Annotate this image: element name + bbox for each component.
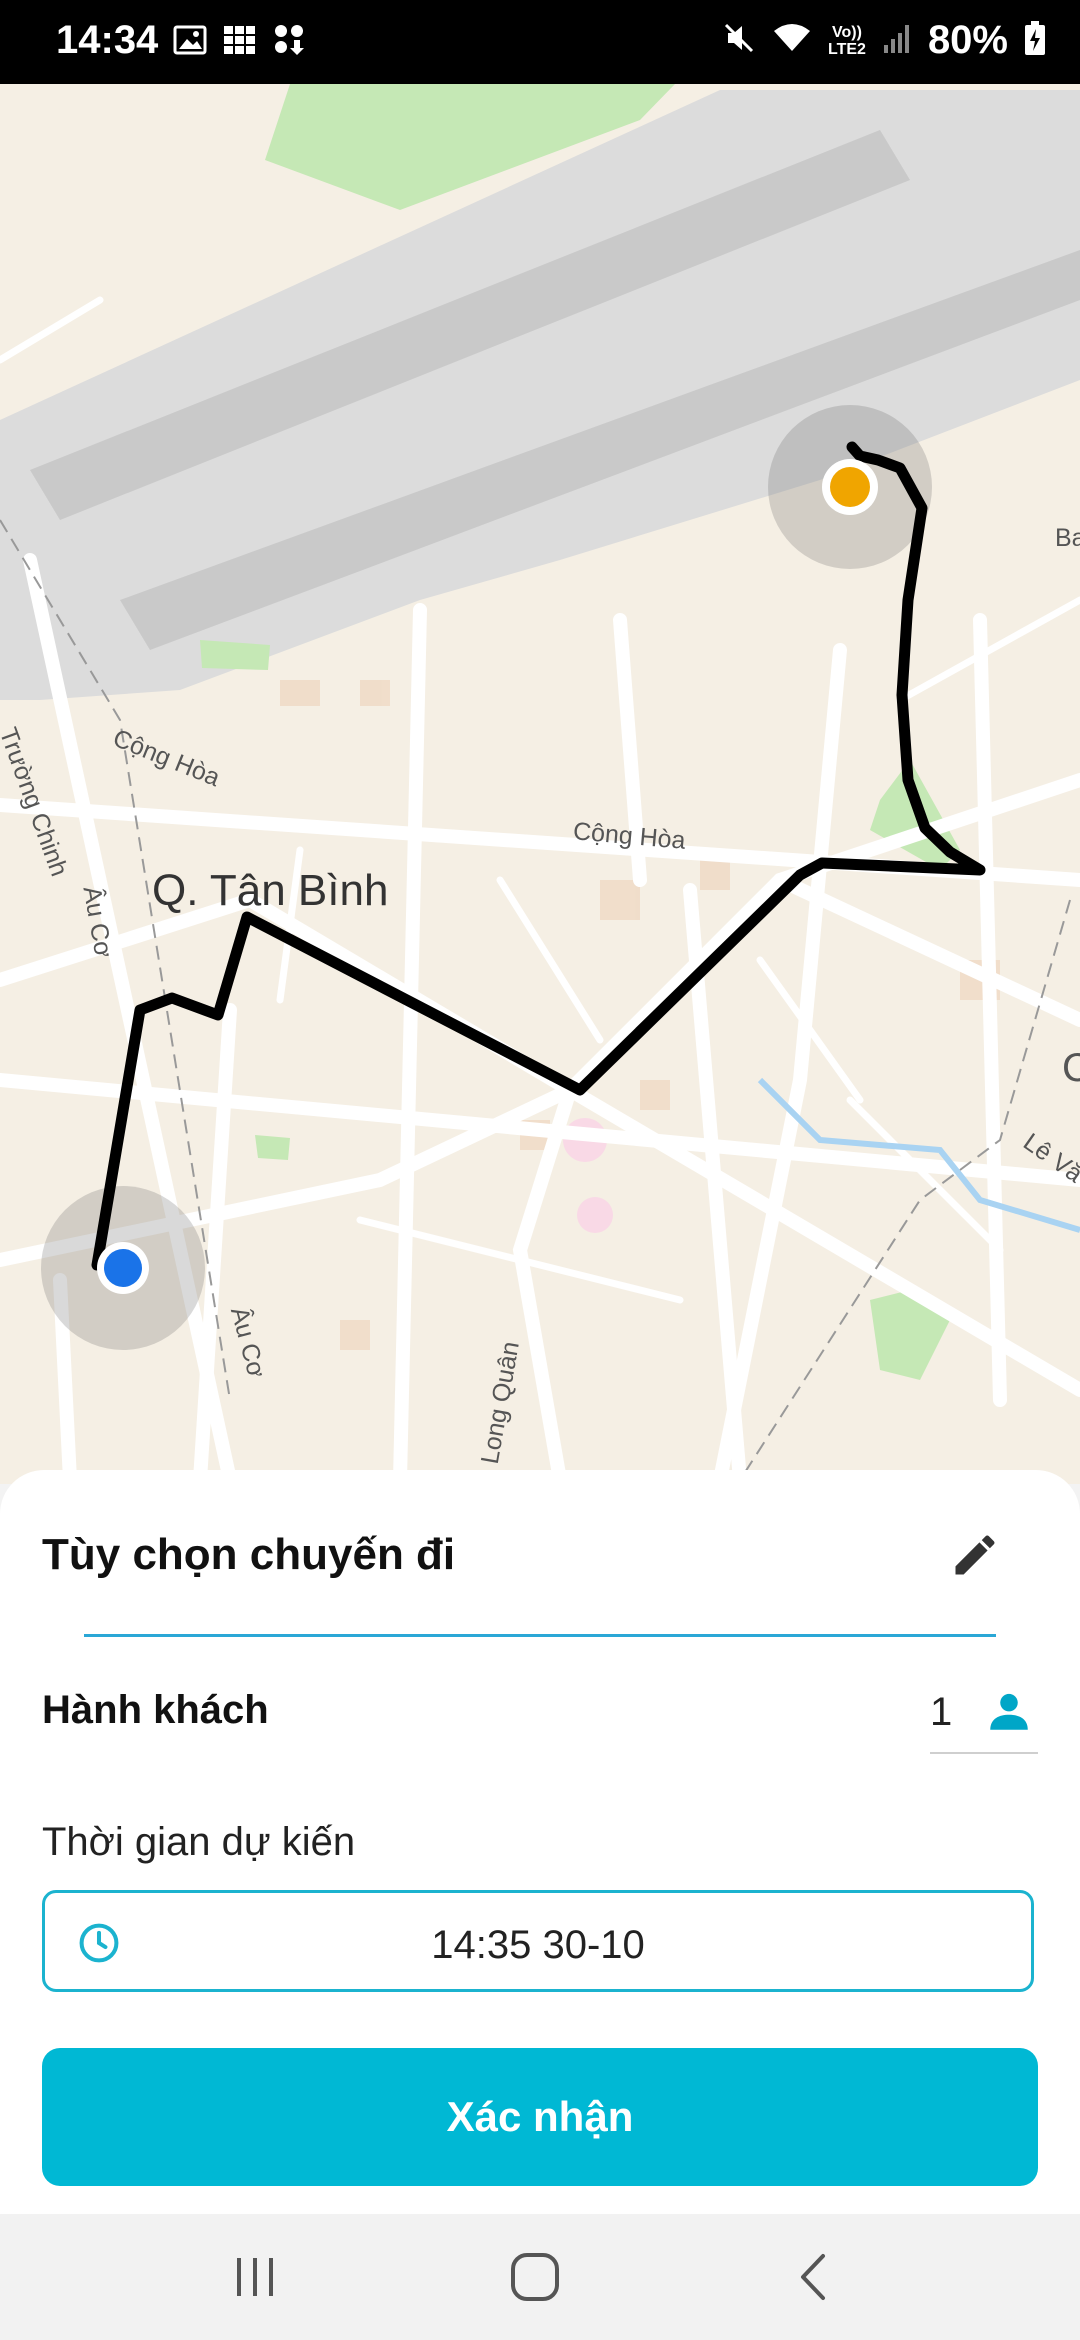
signal-icon [882,21,912,60]
map-canvas [0,84,1080,1484]
origin-marker[interactable] [97,1242,149,1294]
person-icon [984,1684,1034,1743]
status-bar: 14:34 Vo)) LTE2 80% [0,0,1080,84]
home-button[interactable] [490,2244,580,2314]
back-button[interactable] [770,2244,860,2314]
passenger-selector[interactable]: 1 [930,1674,1038,1754]
mute-icon [722,21,756,60]
wifi-icon [772,21,812,60]
home-icon [509,2251,561,2308]
status-time: 14:34 [56,18,159,62]
estimated-time-field[interactable]: 14:35 30-10 [42,1890,1034,1992]
estimated-time-label: Thời gian dự kiến [42,1820,356,1864]
image-icon [172,22,208,63]
network-label-top: Vo)) [832,23,862,41]
recent-apps-icon [233,2252,277,2307]
trip-options-sheet: Tùy chọn chuyến đi Hành khách 1 Thời gia… [0,1470,1080,2214]
estimated-time-value: 14:35 30-10 [431,1923,645,1967]
map-view[interactable]: Q. Tân Bình Trường Chinh Cộng Hòa Cộng H… [0,84,1080,1484]
network-label-bottom: LTE2 [828,40,866,58]
street-label: Ba [1055,524,1080,552]
status-right-icons: Vo)) LTE2 80% [722,18,1046,63]
street-label: C [1062,1046,1080,1090]
grid-icon [222,22,258,63]
title-divider [84,1634,996,1637]
confirm-button[interactable]: Xác nhận [42,2048,1038,2186]
navigation-bar [0,2214,1080,2340]
back-icon [795,2252,835,2307]
edit-button[interactable] [940,1522,1010,1592]
recent-apps-button[interactable] [210,2244,300,2314]
battery-charging-icon [1024,20,1046,61]
network-type-label: Vo)) LTE2 [828,24,866,58]
destination-marker[interactable] [822,459,878,515]
apps-download-icon [272,22,308,63]
battery-percent: 80% [927,18,1008,62]
passenger-label: Hành khách [42,1688,269,1732]
district-label: Q. Tân Bình [152,866,389,915]
status-left-icons [172,22,308,63]
passenger-count: 1 [930,1690,953,1734]
sheet-title: Tùy chọn chuyến đi [42,1530,456,1579]
pencil-icon [949,1529,1001,1586]
